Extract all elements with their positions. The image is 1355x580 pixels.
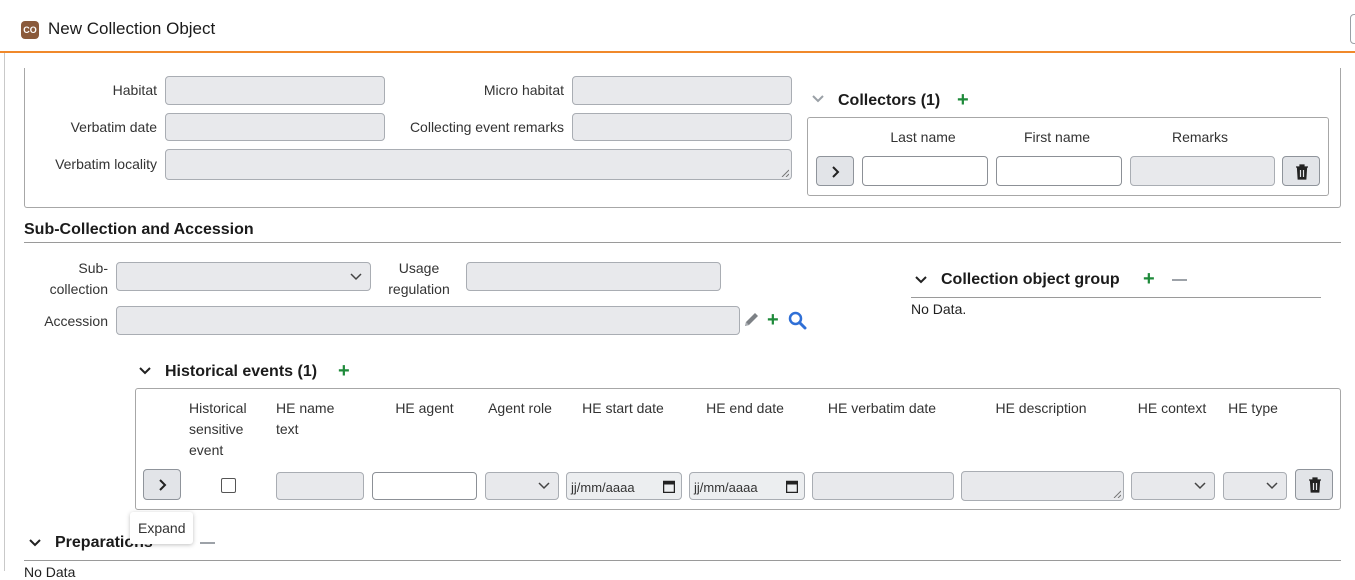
add-accession-plus-icon[interactable]: +	[767, 310, 779, 330]
he-context-select[interactable]	[1131, 472, 1215, 500]
collector-firstname-header: First name	[1023, 129, 1091, 145]
micro-habitat-label: Micro habitat	[483, 82, 564, 98]
collection-object-icon: CO	[21, 21, 39, 39]
accession-label: Accession	[44, 313, 108, 329]
collector-lastname-header: Last name	[890, 129, 956, 145]
historical-event-expand-button[interactable]	[143, 469, 181, 500]
chevron-down-icon	[350, 272, 362, 280]
chevron-right-icon	[159, 479, 167, 491]
calendar-icon	[786, 480, 798, 493]
subcollection-section-title: Sub-Collection and Accession	[24, 221, 254, 238]
he-sensitive-checkbox[interactable]	[221, 478, 236, 493]
resize-handle-icon	[781, 169, 789, 177]
usage-regulation-input[interactable]	[466, 262, 721, 291]
he-sensitive-header: Historical sensitive event	[184, 398, 254, 461]
collector-lastname-input[interactable]	[862, 156, 988, 186]
expand-tooltip: Expand	[130, 512, 194, 544]
co-group-collapse-chevron-icon[interactable]	[915, 276, 927, 284]
collector-expand-button[interactable]	[816, 156, 854, 186]
collectors-title: Collectors (1)	[838, 92, 941, 109]
subcollection-divider	[24, 242, 1341, 243]
collecting-event-remarks-label: Collecting event remarks	[409, 119, 564, 135]
remove-preparation-minus-icon[interactable]	[200, 542, 215, 544]
he-agent-role-select[interactable]	[485, 472, 559, 500]
subcollection-label: Sub- collection	[40, 258, 108, 300]
collectors-collapse-chevron-icon[interactable]	[812, 95, 824, 103]
he-sensitive-header-line2: sensitive	[189, 421, 244, 437]
he-sensitive-header-line1: Historical	[189, 400, 247, 416]
preparations-collapse-chevron-icon[interactable]	[29, 539, 41, 547]
he-verbatim-date-header: HE verbatim date	[827, 400, 937, 416]
he-sensitive-header-line3: event	[189, 442, 224, 458]
he-description-header: HE description	[995, 400, 1087, 416]
he-context-header: HE context	[1137, 400, 1207, 416]
add-collector-plus-icon[interactable]: +	[957, 90, 969, 110]
he-start-date-header: HE start date	[582, 400, 664, 416]
chevron-right-icon	[832, 166, 840, 178]
subcollection-label-line1: Sub-	[78, 260, 108, 276]
add-historical-event-plus-icon[interactable]: +	[338, 361, 350, 381]
verbatim-date-input[interactable]	[165, 113, 385, 141]
remove-co-group-minus-icon[interactable]	[1172, 279, 1187, 281]
delete-historical-event-button[interactable]	[1295, 469, 1333, 500]
he-name-header: HE name text	[276, 398, 356, 440]
collector-firstname-input[interactable]	[996, 156, 1122, 186]
chevron-down-icon	[1194, 482, 1206, 490]
he-name-header-line2: text	[276, 421, 299, 437]
accession-input[interactable]	[116, 306, 740, 335]
he-agent-header: HE agent	[395, 400, 454, 416]
historical-events-title: Historical events (1)	[165, 363, 318, 380]
form-title: New Collection Object	[48, 19, 216, 38]
co-group-title: Collection object group	[941, 271, 1120, 288]
chevron-down-icon	[538, 482, 550, 490]
he-name-header-line1: HE name	[276, 400, 335, 416]
collector-remarks-header: Remarks	[1171, 129, 1228, 145]
usage-label-line2: regulation	[388, 281, 450, 297]
preparations-empty-text: No Data	[24, 564, 76, 580]
micro-habitat-input[interactable]	[572, 76, 792, 105]
search-accession-icon[interactable]	[788, 311, 807, 333]
collecting-event-remarks-input[interactable]	[572, 113, 792, 141]
delete-collector-button[interactable]	[1282, 156, 1320, 186]
he-agent-input[interactable]	[372, 472, 477, 500]
collector-remarks-input[interactable]	[1130, 156, 1275, 186]
usage-label-line1: Usage	[398, 260, 440, 276]
historical-events-collapse-chevron-icon[interactable]	[139, 367, 151, 375]
preparations-divider	[24, 560, 1341, 561]
habitat-input[interactable]	[165, 76, 385, 105]
subcollection-select[interactable]	[116, 262, 371, 291]
he-start-date-input[interactable]: jj/mm/aaaa	[566, 472, 682, 500]
he-agent-role-header: Agent role	[488, 400, 552, 416]
he-description-textarea[interactable]	[961, 471, 1124, 501]
verbatim-locality-label: Verbatim locality	[55, 156, 157, 172]
co-group-empty-text: No Data.	[911, 301, 967, 317]
calendar-icon	[663, 480, 675, 493]
trash-icon	[1296, 164, 1308, 180]
edit-accession-pencil-icon[interactable]	[743, 311, 760, 331]
he-name-input[interactable]	[276, 472, 364, 500]
left-border	[4, 53, 5, 571]
chevron-down-icon	[1266, 482, 1278, 490]
verbatim-date-label: Verbatim date	[70, 119, 157, 135]
add-co-group-plus-icon[interactable]: +	[1143, 269, 1155, 289]
header-action-button[interactable]	[1350, 14, 1355, 44]
he-verbatim-date-input[interactable]	[812, 472, 954, 500]
resize-handle-icon	[1113, 490, 1121, 498]
he-type-header: HE type	[1228, 400, 1278, 416]
he-start-date-placeholder: jj/mm/aaaa	[571, 480, 635, 495]
habitat-label: Habitat	[112, 82, 157, 98]
he-end-date-header: HE end date	[706, 400, 784, 416]
verbatim-locality-textarea[interactable]	[165, 149, 792, 180]
usage-regulation-label: Usage regulation	[380, 258, 458, 300]
he-end-date-placeholder: jj/mm/aaaa	[694, 480, 758, 495]
he-end-date-input[interactable]: jj/mm/aaaa	[689, 472, 805, 500]
he-type-select[interactable]	[1223, 472, 1287, 500]
co-group-divider	[911, 297, 1321, 298]
trash-icon	[1309, 477, 1321, 493]
subcollection-label-line2: collection	[49, 281, 108, 297]
